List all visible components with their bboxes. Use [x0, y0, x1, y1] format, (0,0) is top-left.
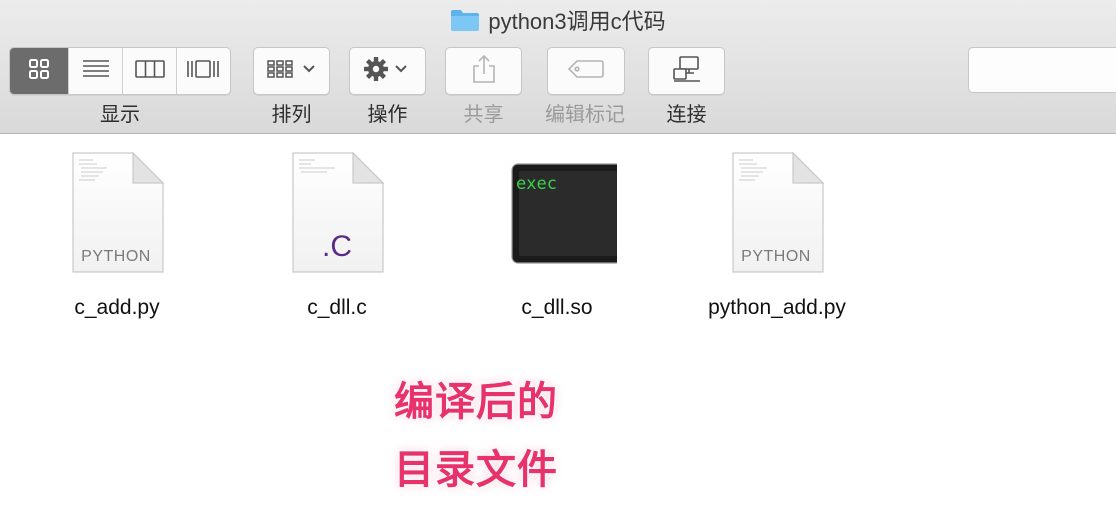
file-name[interactable]: c_dll.so: [467, 296, 647, 320]
action-label: 操作: [367, 104, 408, 126]
list-view-icon: [82, 59, 110, 84]
list-view-button[interactable]: [69, 48, 123, 94]
view-label: 显示: [100, 104, 140, 126]
arrange-icon: [266, 58, 318, 85]
file-name[interactable]: c_dll.c: [247, 296, 427, 320]
annotation-line-1: 编译后的: [394, 379, 558, 425]
c-file-icon: [287, 151, 387, 279]
window-title: python3调用c代码: [0, 4, 1116, 38]
file-kind-label: PYTHON: [741, 248, 811, 265]
folder-icon: [450, 8, 480, 38]
connect-server-icon: [672, 55, 702, 88]
exec-file-icon: [497, 163, 625, 279]
file-name[interactable]: c_add.py: [27, 296, 207, 320]
finder-toolbar: python3调用c代码 显示 排列 操作 共享 编辑标记 连接: [0, 0, 1116, 134]
view-mode-control[interactable]: [9, 47, 231, 95]
icon-view-icon: [28, 58, 50, 85]
tag-icon: [567, 58, 605, 85]
share-button[interactable]: [445, 47, 522, 95]
search-input[interactable]: [968, 47, 1116, 93]
gallery-view-icon: [186, 58, 220, 85]
column-view-icon: [134, 59, 165, 84]
arrange-button[interactable]: [253, 47, 330, 95]
gallery-view-button[interactable]: [177, 48, 229, 94]
gear-icon: [362, 56, 414, 86]
connect-label: 连接: [666, 104, 707, 126]
file-name[interactable]: python_add.py: [667, 296, 887, 320]
action-button[interactable]: [349, 47, 426, 95]
window-title-text: python3调用c代码: [488, 9, 666, 34]
file-kind-label: .C: [322, 230, 352, 263]
file-item[interactable]: [467, 150, 647, 280]
arrange-label: 排列: [271, 104, 312, 126]
column-view-button[interactable]: [123, 48, 177, 94]
edit-tags-button[interactable]: [547, 47, 625, 95]
share-icon: [472, 54, 496, 89]
icon-view-button[interactable]: [10, 48, 69, 94]
file-kind-label: exec: [516, 174, 557, 194]
connect-button[interactable]: [648, 47, 725, 95]
share-label: 共享: [463, 104, 504, 126]
file-kind-label: PYTHON: [81, 248, 151, 265]
edit-tags-label: 编辑标记: [545, 104, 625, 126]
annotation-line-2: 目录文件: [394, 447, 558, 493]
